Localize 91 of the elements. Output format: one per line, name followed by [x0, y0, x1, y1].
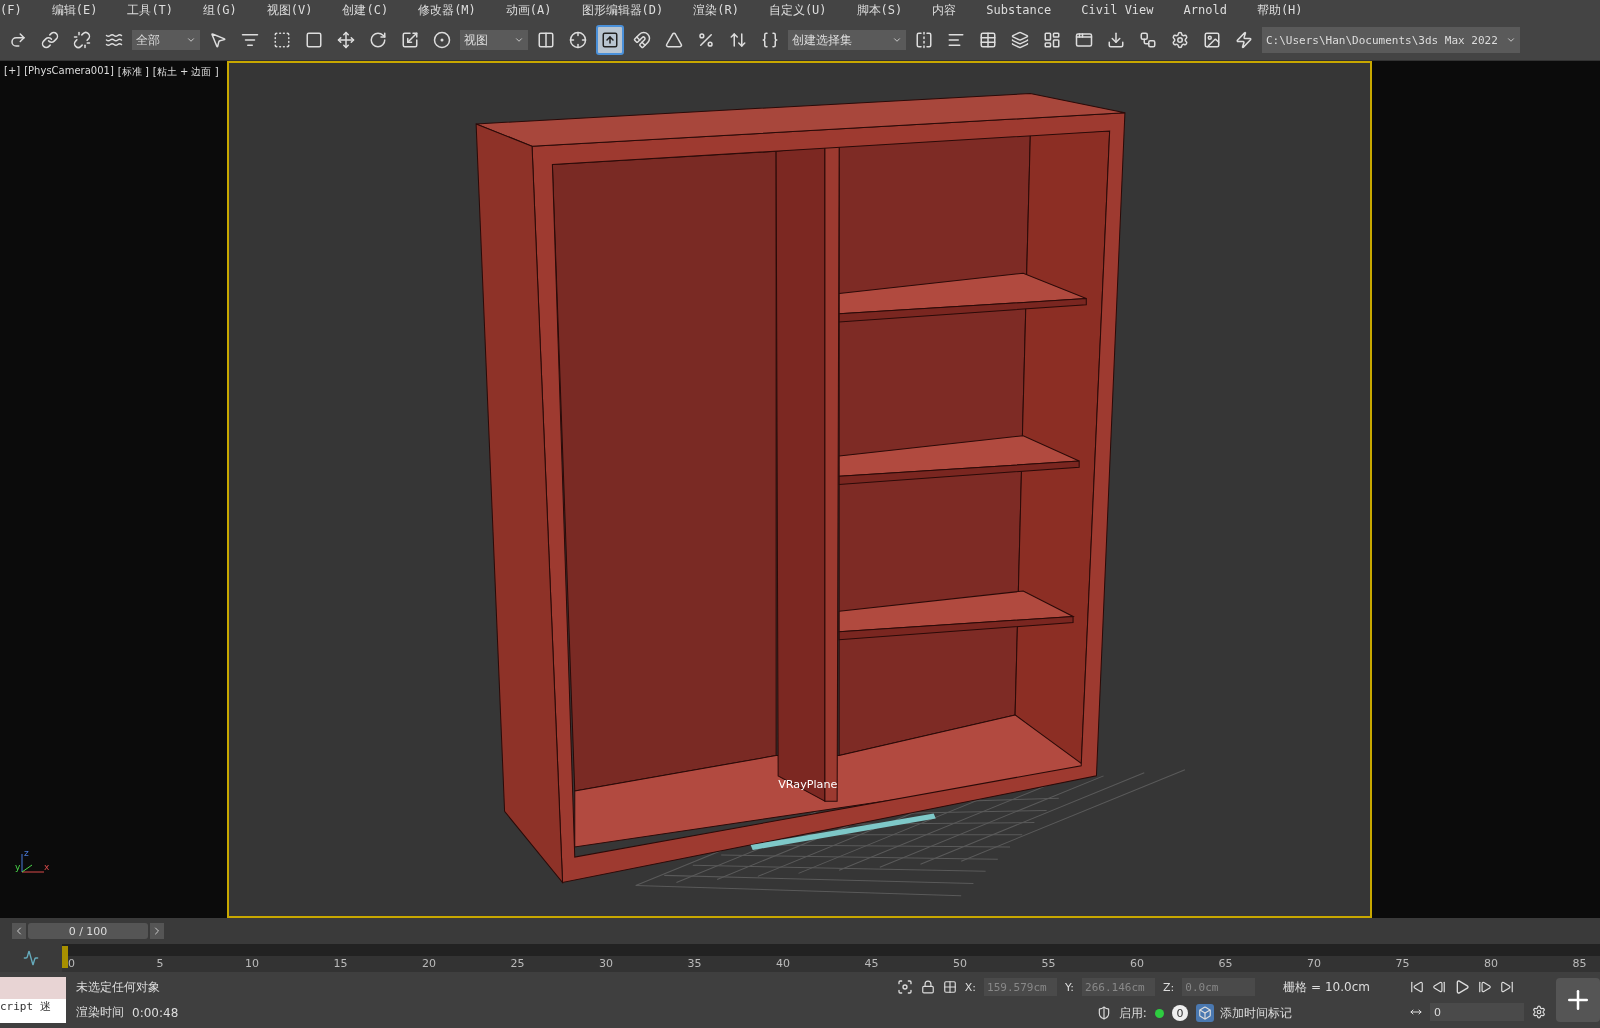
- rectangle-selection-icon: [273, 31, 291, 49]
- go-to-end-icon[interactable]: [1500, 980, 1514, 994]
- frame-counter[interactable]: 0 / 100: [28, 923, 148, 939]
- enable-label: 启用:: [1118, 1004, 1147, 1022]
- status-text: 未选定任何对象: [76, 979, 161, 996]
- current-frame-field[interactable]: 0: [1430, 1003, 1524, 1021]
- render-setup-icon: [1171, 31, 1189, 49]
- maxscript-listener[interactable]: cript 迷: [0, 977, 66, 1023]
- menu-item[interactable]: 脚本(S): [856, 1, 903, 19]
- menu-item[interactable]: Civil View: [1081, 3, 1154, 17]
- frame-number: 40: [776, 957, 790, 970]
- menu-item[interactable]: Substance: [986, 3, 1052, 17]
- menu-item[interactable]: (F): [0, 3, 22, 17]
- caret-icon: [186, 35, 196, 45]
- select-object-icon: [209, 31, 227, 49]
- add-button[interactable]: [1556, 978, 1600, 1022]
- snap-icon: [633, 31, 651, 49]
- caret-icon: [892, 35, 902, 45]
- frame-number: 70: [1307, 957, 1321, 970]
- project-path-dropdown[interactable]: C:\Users\Han\Documents\3ds Max 2022: [1262, 27, 1520, 53]
- unlink-icon: [73, 31, 91, 49]
- timeline-ruler[interactable]: 0 5 10 15 20 25 30 35 40 45 50 55 60 65 70 75 80 85: [62, 944, 1600, 972]
- viewport-label[interactable]: [标准 ]: [117, 65, 149, 79]
- dropdown[interactable]: 创建选择集: [788, 30, 906, 50]
- frame-number: 45: [864, 957, 879, 970]
- menu-item[interactable]: 修改器(M): [418, 1, 476, 19]
- link-icon: [41, 31, 59, 49]
- caret-icon: [1505, 35, 1516, 45]
- shield-icon[interactable]: [1096, 1006, 1111, 1020]
- align-icon: [947, 31, 965, 49]
- frame-number: 85: [1572, 957, 1587, 970]
- viewport-label[interactable]: [PhysCamera001]: [24, 65, 114, 79]
- coordinate-label: X:: [964, 980, 977, 994]
- current-frame-marker[interactable]: [62, 946, 68, 968]
- coordinate-label: Z:: [1163, 980, 1175, 994]
- percent-snap-icon: [697, 31, 715, 49]
- menu-item[interactable]: 帮助(H): [1256, 1, 1303, 19]
- rendered-frame-icon: [1203, 31, 1221, 49]
- menu-item[interactable]: 组(G): [203, 1, 237, 19]
- frame-number: 30: [599, 957, 613, 970]
- previous-key-icon[interactable]: [1432, 980, 1446, 994]
- play-icon[interactable]: [1454, 979, 1470, 995]
- frame-number: 60: [1130, 957, 1144, 970]
- frame-number: 75: [1395, 957, 1410, 970]
- object-label: VRayPlane: [778, 778, 838, 792]
- count-badge: 0: [1171, 1005, 1188, 1021]
- layers-icon: [1011, 31, 1029, 49]
- lock-icon[interactable]: [920, 980, 935, 994]
- coordinate-label: Y:: [1065, 980, 1075, 994]
- menu-item[interactable]: 自定义(U): [768, 1, 827, 19]
- frame-number: 50: [953, 957, 967, 970]
- next-key-icon[interactable]: [1478, 980, 1492, 994]
- axis-gizmo-drawing: z y x: [14, 848, 54, 878]
- rotate-icon: [369, 31, 387, 49]
- frame-number: 0: [68, 957, 75, 970]
- move-icon: [337, 31, 355, 49]
- redo-icon: [9, 31, 27, 49]
- viewport-label[interactable]: [粘土 + 边面 ]: [152, 65, 219, 79]
- menu-item[interactable]: 内容: [932, 1, 957, 19]
- curve-icon[interactable]: [23, 950, 39, 966]
- render-time-label: 渲染时间: [76, 1004, 124, 1021]
- cube-icon: [1195, 1004, 1214, 1022]
- frame-number: 65: [1218, 957, 1233, 970]
- frame-number: 5: [156, 957, 164, 970]
- menu-item[interactable]: 创建(C): [342, 1, 389, 19]
- frame-number: 55: [1041, 957, 1056, 970]
- frame-number: 20: [422, 957, 436, 970]
- dropdown[interactable]: 全部: [132, 30, 200, 50]
- viewport-label[interactable]: [+]: [4, 65, 21, 79]
- angle-snap-icon: [665, 31, 683, 49]
- frame-number: 25: [510, 957, 525, 970]
- dropdown[interactable]: 视图: [460, 30, 528, 50]
- go-to-start-icon[interactable]: [1410, 980, 1424, 994]
- menu-item[interactable]: 视图(V): [266, 1, 313, 19]
- frame-number: 35: [687, 957, 702, 970]
- mirror-icon: [915, 31, 933, 49]
- add-time-tag-button[interactable]: 添加时间标记: [1195, 1004, 1292, 1022]
- caret-icon: [514, 35, 524, 45]
- render-time: 0:00:48: [132, 1005, 179, 1020]
- menu-item[interactable]: 动画(A): [505, 1, 552, 19]
- menu-item[interactable]: 工具(T): [127, 1, 174, 19]
- frame-number: 80: [1484, 957, 1498, 970]
- menu-item[interactable]: Arnold: [1183, 3, 1227, 17]
- select-by-name-icon: [241, 31, 259, 49]
- grid-size: 栅格 = 10.0cm: [1283, 978, 1370, 996]
- frame-number: 10: [245, 957, 259, 970]
- frame-number: 15: [333, 957, 348, 970]
- menu-item[interactable]: 渲染(R): [693, 1, 739, 19]
- viewport[interactable]: VRayPlane: [227, 61, 1372, 918]
- menu-item[interactable]: 图形编辑器(D): [581, 1, 664, 19]
- menu-item[interactable]: 编辑(E): [51, 1, 98, 19]
